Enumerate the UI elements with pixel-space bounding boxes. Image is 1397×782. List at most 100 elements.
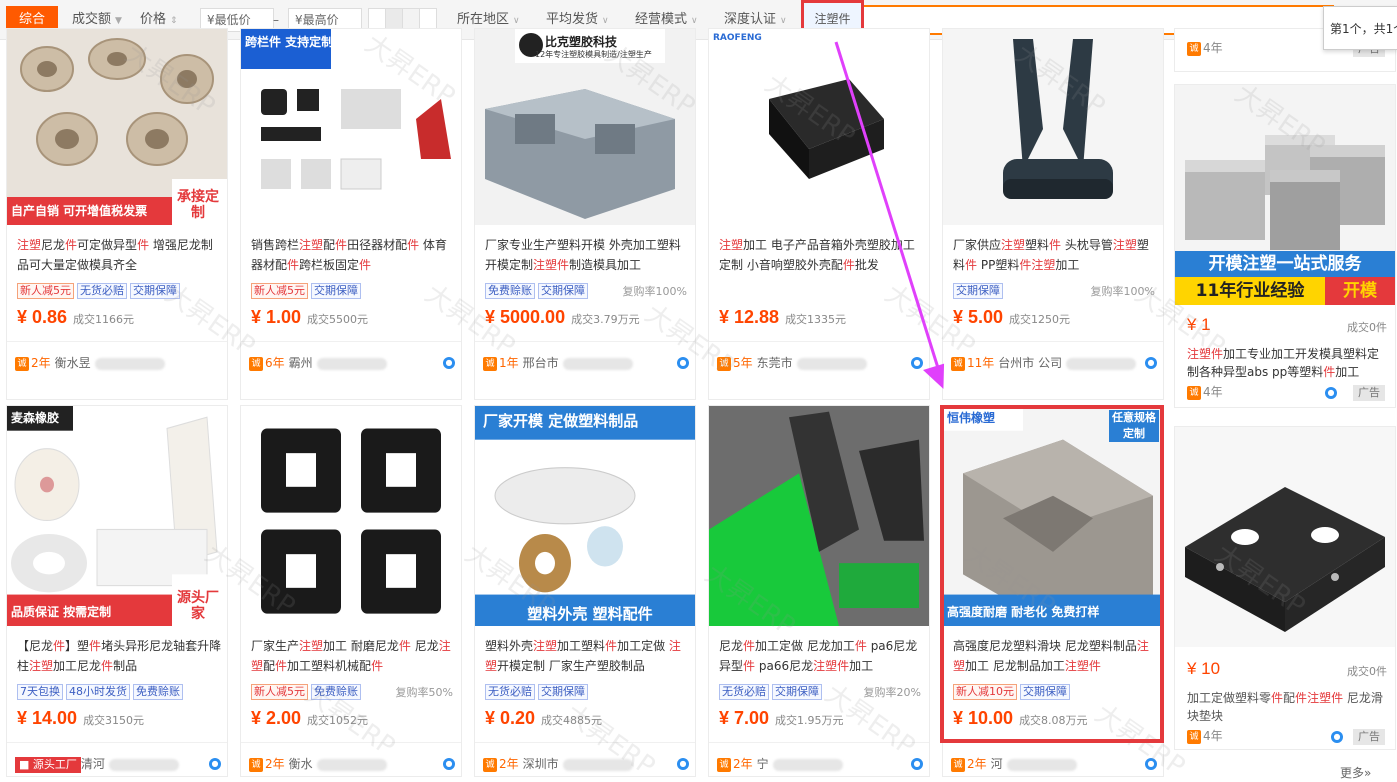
shop-row[interactable]: 诚 2年宁 — [717, 754, 923, 774]
product-card[interactable]: 厂家开模 定做塑料制品 塑料外壳 塑料配件塑料外壳注塑加工塑料件加工定做 注塑开模… — [474, 405, 696, 777]
wangwang-icon[interactable]: ● — [911, 758, 923, 770]
card-divider — [241, 742, 461, 743]
blurred-shop-name — [562, 357, 633, 370]
shop-row[interactable]: 诚 2年 深圳市 — [483, 754, 689, 774]
shop-row[interactable]: 诚 2年 衡水昱 — [15, 353, 221, 373]
product-image[interactable]: 比克塑胶科技 12年专注塑胶模具制造/注塑生产 — [475, 29, 695, 225]
service-tag: 新人减5元 — [17, 283, 74, 299]
shop-name: 深圳市 — [522, 757, 559, 771]
ad-label: 广告 — [1353, 385, 1385, 401]
product-title[interactable]: 销售跨栏注塑配件田径器材配件 体育器材配件跨栏板固定件 — [251, 235, 456, 275]
shop-row[interactable]: ■ 源头工厂 清河 — [15, 754, 221, 774]
wangwang-icon[interactable]: ● — [911, 357, 923, 369]
card-divider — [7, 341, 227, 342]
sort-arrows-icon: ⇕ — [170, 16, 178, 26]
product-card[interactable]: 品质保证 按需定制 源头厂家 麦森橡胶【尼龙件】塑件堵头异形尼龙轴套升降柱注塑加工尼… — [6, 405, 228, 777]
shop-row[interactable]: 诚 6年 霸州 — [249, 353, 455, 373]
member-years: 11年 — [967, 356, 995, 370]
price-row: ¥ 0.20 成交4885元 — [485, 708, 602, 729]
ad-card-nylon-block[interactable]: ¥ 10 成交0件 加工定做塑料零件配件注塑件 尼龙滑块垫块 诚 4年 ● 广告 — [1174, 426, 1396, 750]
product-title[interactable]: 厂家生产注塑加工 耐磨尼龙件 尼龙注塑配件加工塑料机械配件 — [251, 636, 456, 676]
more-link[interactable]: 更多» — [1340, 764, 1371, 781]
service-tags: 无货必赔 交期保障 — [485, 684, 591, 700]
shop-row[interactable]: 诚 2年河 — [951, 754, 1157, 774]
product-image[interactable]: 跨栏件 支持定制 — [241, 29, 461, 225]
product-image[interactable]: RAOFENG — [709, 29, 929, 225]
ad-product-image — [1175, 427, 1395, 647]
ad-title[interactable]: 加工定做塑料零件配件注塑件 尼龙滑块垫块 — [1187, 689, 1387, 725]
chevron-down-icon: ∨ — [513, 16, 520, 26]
product-image[interactable] — [943, 29, 1163, 225]
product-card[interactable]: 比克塑胶科技 12年专注塑胶模具制造/注塑生产厂家专业生产塑料开模 外壳加工塑料开… — [474, 28, 696, 400]
product-image[interactable] — [241, 406, 461, 626]
rebuy-rate: 复购率50% — [395, 686, 453, 699]
product-image[interactable]: 品质保证 按需定制 源头厂家 麦森橡胶 — [7, 406, 227, 626]
wangwang-icon[interactable]: ● — [677, 357, 689, 369]
ad-title[interactable]: 注塑件加工专业加工开发模具塑料定制各种异型abs pp等塑料件加工 — [1187, 345, 1387, 381]
image-badge: 任意规格定制 — [1109, 410, 1159, 442]
ad-sold: 成交0件 — [1347, 665, 1387, 678]
wangwang-icon[interactable]: ● — [1145, 357, 1157, 369]
sales-volume: 成交1.95万元 — [775, 714, 844, 727]
shop-name: 宁 — [756, 757, 769, 771]
product-title[interactable]: 注塑加工 电子产品音箱外壳塑胶加工定制 小音响塑胶外壳配件批发 — [719, 235, 924, 275]
service-tag: 新人减5元 — [251, 283, 308, 299]
rebuy-rate: 复购率100% — [622, 285, 687, 298]
ad-banner-experience: 11年行业经验 — [1175, 277, 1325, 305]
image-badge: 12年专注塑胶模具制造/注塑生产 — [535, 50, 652, 59]
product-card[interactable]: 跨栏件 支持定制销售跨栏注塑配件田径器材配件 体育器材配件跨栏板固定件新人减5元… — [240, 28, 462, 400]
product-image[interactable]: 厂家开模 定做塑料制品 塑料外壳 塑料配件 — [475, 406, 695, 626]
product-title[interactable]: 高强度尼龙塑料滑块 尼龙塑料制品注塑加工 尼龙制品加工注塑件 — [953, 636, 1158, 676]
product-title[interactable]: 厂家供应注塑塑料件 头枕导管注塑塑料件 PP塑料件注塑加工 — [953, 235, 1158, 275]
shop-row[interactable]: 诚 2年 衡水 — [249, 754, 455, 774]
ad-price: ¥ 10 — [1187, 659, 1221, 678]
filter-region-label: 所在地区 — [457, 12, 510, 27]
filter-business-mode-label: 经营模式 — [635, 12, 688, 27]
sales-volume: 成交1052元 — [307, 714, 369, 727]
product-card[interactable]: RAOFENG 注塑加工 电子产品音箱外壳塑胶加工定制 小音响塑胶外壳配件批发 ¥ … — [708, 28, 930, 400]
service-tag: 交期保障 — [311, 283, 361, 299]
price-row: ¥ 12.88 成交1335元 — [719, 307, 846, 328]
product-price: ¥ 5000.00 — [485, 307, 566, 327]
image-badge: 塑料外壳 塑料配件 — [527, 605, 653, 623]
card-divider — [475, 341, 695, 342]
service-tags: 新人减10元 交期保障 — [953, 684, 1073, 700]
product-title[interactable]: 注塑尼龙件可定做异型件 增强尼龙制品可大量定做模具齐全 — [17, 235, 222, 275]
price-row: ¥ 1.00 成交5500元 — [251, 307, 368, 328]
price-row: ¥ 14.00 成交3150元 — [17, 708, 144, 729]
product-title[interactable]: 【尼龙件】塑件堵头异形尼龙轴套升降柱注塑加工尼龙件制品 — [17, 636, 222, 676]
wangwang-icon[interactable]: ● — [1331, 731, 1343, 743]
ad-banner-service: 开模注塑一站式服务 — [1175, 251, 1395, 277]
shop-name: 衡水昱 — [54, 356, 91, 370]
product-title[interactable]: 厂家专业生产塑料开模 外壳加工塑料开模定制注塑件制造模具加工 — [485, 235, 690, 275]
product-image[interactable]: 高强度耐磨 耐老化 免费打样 任意规格定制 恒伟橡塑 — [943, 406, 1163, 626]
shop-row[interactable]: 诚 11年 台州市 公司 — [951, 353, 1157, 373]
product-card[interactable]: 尼龙件加工定做 尼龙加工件 pa6尼龙异型件 pa66尼龙注塑件加工 无货必赔 交期… — [708, 405, 930, 777]
product-card[interactable]: 厂家供应注塑塑料件 头枕导管注塑塑料件 PP塑料件注塑加工 交期保障 复购率100%… — [942, 28, 1164, 400]
shop-name: 邢台市 — [522, 356, 559, 370]
shop-row[interactable]: 诚 5年 东莞市 — [717, 353, 923, 373]
product-image[interactable]: 自产自销 可开增值税发票 承接定制 — [7, 29, 227, 225]
service-tag: 新人减10元 — [953, 684, 1017, 700]
wangwang-icon[interactable]: ● — [443, 357, 455, 369]
product-card[interactable]: 自产自销 可开增值税发票 承接定制注塑尼龙件可定做异型件 增强尼龙制品可大量定做模… — [6, 28, 228, 400]
card-divider — [709, 742, 929, 743]
wangwang-icon[interactable]: ● — [1145, 758, 1157, 770]
sales-volume: 成交3150元 — [83, 714, 145, 727]
wangwang-icon[interactable]: ● — [677, 758, 689, 770]
card-divider — [943, 341, 1163, 342]
wangwang-icon[interactable]: ● — [209, 758, 221, 770]
wangwang-icon[interactable]: ● — [1325, 387, 1337, 399]
product-image[interactable] — [709, 406, 929, 626]
wangwang-icon[interactable]: ● — [443, 758, 455, 770]
product-card[interactable]: 高强度耐磨 耐老化 免费打样 任意规格定制 恒伟橡塑高强度尼龙塑料滑块 尼龙塑料制品… — [942, 405, 1164, 777]
shop-row[interactable]: 诚 1年 邢台市 — [483, 353, 689, 373]
product-title[interactable]: 塑料外壳注塑加工塑料件加工定做 注塑开模定制 厂家生产塑胶制品 — [485, 636, 690, 676]
sort-volume-label: 成交额 — [72, 12, 112, 27]
ad-card-mold-service[interactable]: 开模注塑一站式服务 11年行业经验 开模 ¥ 1 成交0件 注塑件加工专业加工开… — [1174, 84, 1396, 408]
service-tag: 无货必赔 — [77, 283, 127, 299]
trust-icon: 诚 — [249, 757, 263, 772]
product-card[interactable]: 厂家生产注塑加工 耐磨尼龙件 尼龙注塑配件加工塑料机械配件 新人减5元 免费赊账 复购… — [240, 405, 462, 777]
card-divider — [241, 341, 461, 342]
product-title[interactable]: 尼龙件加工定做 尼龙加工件 pa6尼龙异型件 pa66尼龙注塑件加工 — [719, 636, 924, 676]
